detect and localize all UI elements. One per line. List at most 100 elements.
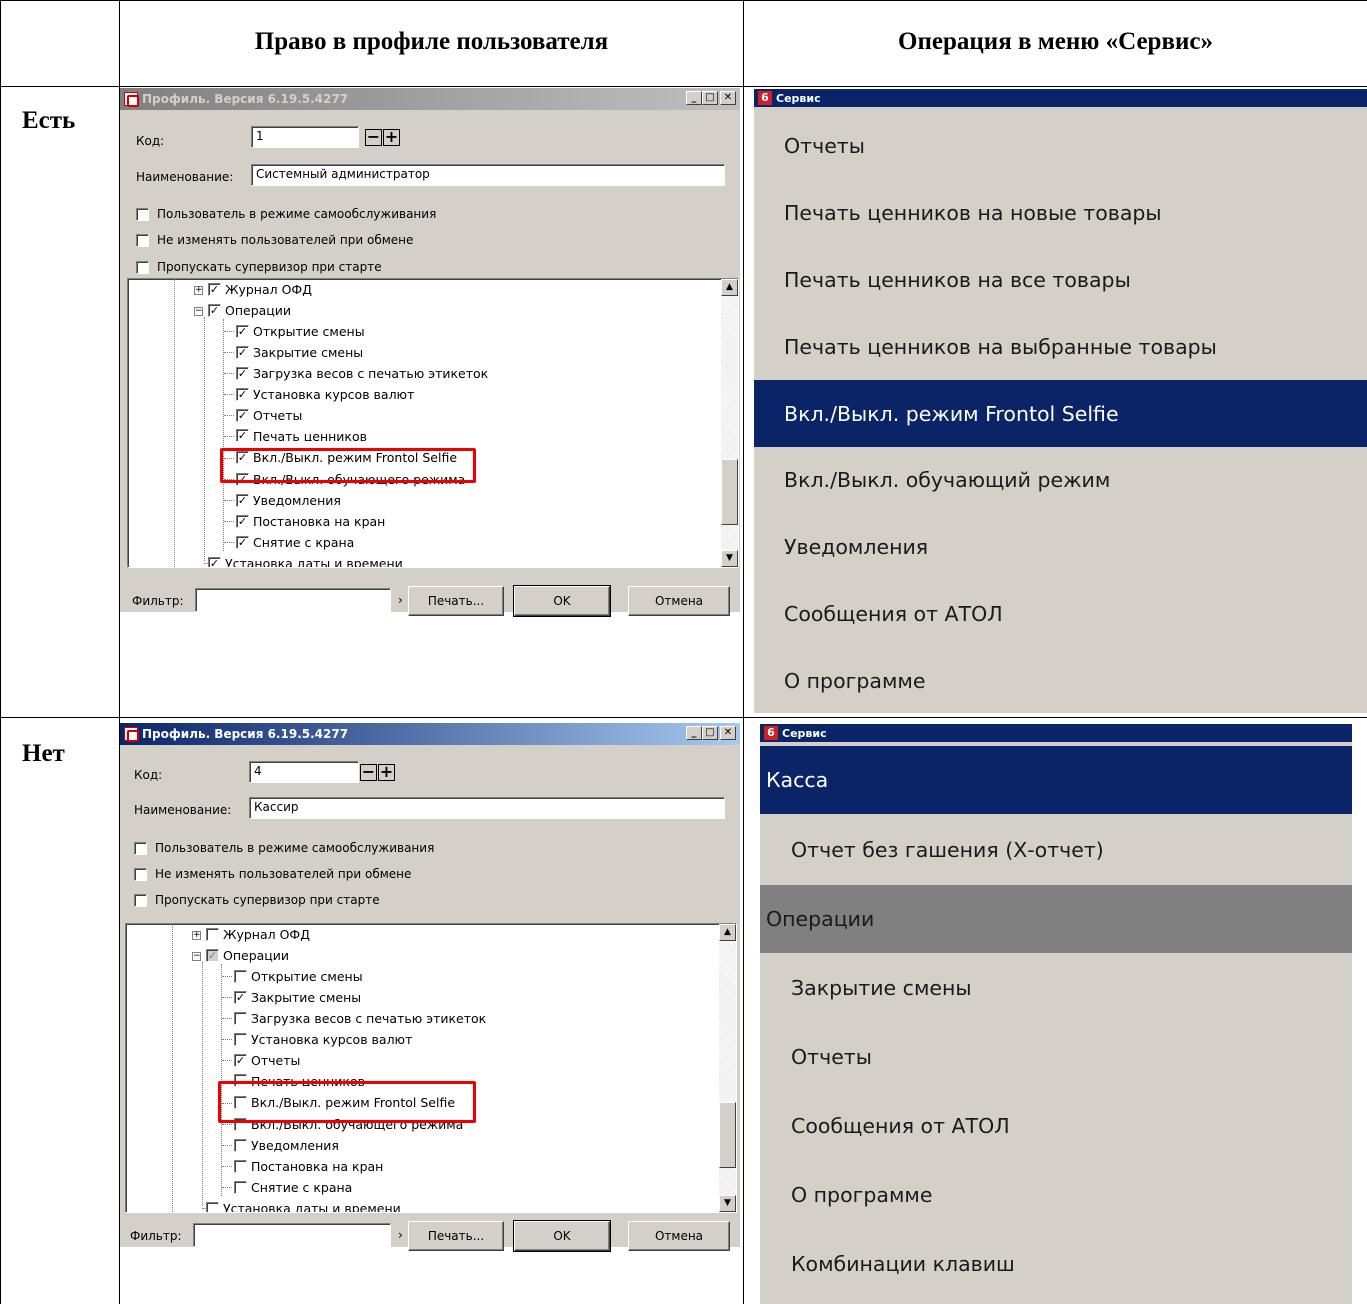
tree-item[interactable]: Постановка на кран [234, 1159, 383, 1174]
self-service-checkbox-row[interactable]: Пользователь в режиме самообслуживания [134, 841, 434, 855]
menu-item[interactable]: Отчет без гашения (Х-отчет) [760, 816, 1352, 884]
tree-item[interactable]: ✓ Загрузка весов с печатью этикеток [236, 366, 488, 381]
checkbox[interactable] [234, 1139, 247, 1152]
scroll-up-icon[interactable]: ▲ [719, 924, 736, 941]
menu-item[interactable]: Сообщения от АТОЛ [760, 1092, 1352, 1160]
checkbox[interactable]: ✓ [236, 346, 249, 359]
cancel-button[interactable]: Отмена [628, 1221, 730, 1251]
checkbox[interactable]: ✓ [236, 536, 249, 549]
tree-item[interactable]: ✓ Постановка на кран [236, 514, 385, 529]
scroll-down-icon[interactable]: ▼ [721, 550, 738, 567]
menu-item[interactable]: О программе [760, 1161, 1352, 1229]
checkbox[interactable] [136, 207, 149, 221]
menu-item[interactable]: Отчеты [760, 1023, 1352, 1091]
checkbox[interactable] [234, 1012, 247, 1025]
checkbox[interactable] [136, 260, 149, 274]
tree-item[interactable]: ✓ Журнал ОФД [208, 282, 312, 297]
close-icon[interactable]: ✕ [720, 726, 736, 740]
checkbox[interactable] [134, 893, 147, 907]
expand-icon[interactable]: + [192, 931, 201, 940]
maximize-icon[interactable]: □ [702, 91, 718, 105]
collapse-icon[interactable]: − [192, 952, 201, 961]
checkbox[interactable] [234, 1033, 247, 1046]
checkbox[interactable]: ✓ [234, 991, 247, 1004]
name-field[interactable]: Кассир [249, 797, 725, 819]
decrement-button[interactable]: − [365, 129, 382, 146]
checkbox[interactable] [206, 928, 219, 941]
ok-button[interactable]: OK [513, 585, 611, 617]
menu-item[interactable]: Печать ценников на новые товары [754, 180, 1367, 246]
menu-item[interactable]: Уведомления [754, 514, 1367, 580]
filter-arrow-icon[interactable]: › [398, 1228, 403, 1242]
checkbox[interactable]: ✓ [236, 367, 249, 380]
tree-item[interactable]: ✓ Операции [206, 948, 289, 963]
checkbox[interactable]: ✓ [236, 515, 249, 528]
close-icon[interactable]: ✕ [720, 91, 736, 105]
checkbox[interactable]: ✓ [236, 409, 249, 422]
skip-supervisor-checkbox-row[interactable]: Пропускать супервизор при старте [136, 260, 382, 274]
checkbox[interactable]: ✓ [206, 949, 219, 962]
cancel-button[interactable]: Отмена [628, 586, 730, 616]
tree-item[interactable]: Снятие с крана [234, 1180, 352, 1195]
scroll-up-icon[interactable]: ▲ [721, 279, 738, 296]
tree-item[interactable]: Журнал ОФД [206, 927, 310, 942]
scroll-thumb[interactable] [721, 459, 738, 525]
expand-icon[interactable]: + [194, 286, 203, 295]
checkbox[interactable]: ✓ [236, 494, 249, 507]
checkbox[interactable]: ✓ [208, 304, 221, 317]
menu-item[interactable]: Отчеты [754, 113, 1367, 179]
tree-item[interactable]: Загрузка весов с печатью этикеток [234, 1011, 486, 1026]
menu-item[interactable]: О программе [754, 648, 1367, 713]
checkbox[interactable] [134, 841, 147, 855]
tree-item[interactable]: ✓ Печать ценников [236, 429, 367, 441]
tree-item[interactable]: Установка курсов валют [234, 1032, 412, 1047]
menu-item[interactable]: Вкл./Выкл. обучающий режим [754, 447, 1367, 513]
keep-users-checkbox-row[interactable]: Не изменять пользователей при обмене [136, 233, 413, 247]
checkbox[interactable] [134, 867, 147, 881]
tree-item[interactable]: ✓ Установка курсов валют [236, 387, 414, 402]
menu-item[interactable]: Печать ценников на все товары [754, 246, 1367, 313]
scroll-thumb[interactable] [719, 1102, 736, 1168]
menu-item[interactable]: Комбинации клавиш [760, 1230, 1352, 1298]
menu-group-operations[interactable]: Операции [760, 885, 1352, 953]
menu-group-kassa[interactable]: Касса [760, 746, 1352, 814]
maximize-icon[interactable]: □ [702, 726, 718, 740]
tree-scrollbar[interactable]: ▲ ▼ [719, 924, 736, 1212]
checkbox[interactable] [206, 1202, 219, 1212]
tree-item[interactable]: ✓ Отчеты [236, 408, 302, 423]
increment-button[interactable]: + [383, 129, 400, 146]
tree-item[interactable]: ✓ Отчеты [234, 1053, 300, 1068]
menu-item[interactable]: Печать ценников на выбранные товары [754, 314, 1367, 380]
permissions-tree[interactable]: + Журнал ОФД − ✓ Операции Открытие смены … [125, 923, 737, 1213]
tree-item[interactable]: ✓ Уведомления [236, 493, 341, 508]
tree-item[interactable]: ✓ Установка даты и времени [208, 556, 403, 567]
checkbox[interactable]: ✓ [236, 388, 249, 401]
tree-scrollbar[interactable]: ▲ ▼ [721, 279, 738, 567]
permissions-tree[interactable]: + ✓ Журнал ОФД − ✓ Операции ✓ Открытие смен… [127, 278, 739, 568]
checkbox[interactable]: ✓ [236, 325, 249, 338]
print-button[interactable]: Печать... [408, 586, 504, 616]
checkbox[interactable]: ✓ [234, 1054, 247, 1067]
decrement-button[interactable]: − [360, 764, 377, 781]
filter-input[interactable] [195, 588, 391, 612]
tree-item[interactable]: ✓ Открытие смены [236, 324, 365, 339]
menu-item-frontol-selfie[interactable]: Вкл./Выкл. режим Frontol Selfie [754, 380, 1367, 447]
ok-button[interactable]: OK [513, 1220, 611, 1252]
code-field[interactable]: 1 [251, 126, 359, 148]
menu-item[interactable]: Закрытие смены [760, 954, 1352, 1022]
skip-supervisor-checkbox-row[interactable]: Пропускать супервизор при старте [134, 893, 380, 907]
tree-item[interactable]: ✓ Закрытие смены [234, 990, 361, 1005]
print-button[interactable]: Печать... [408, 1221, 504, 1251]
checkbox[interactable] [234, 1160, 247, 1173]
checkbox[interactable]: ✓ [236, 429, 249, 441]
tree-item[interactable]: ✓ Снятие с крана [236, 535, 354, 550]
minimize-icon[interactable]: _ [686, 91, 702, 105]
tree-item[interactable]: Открытие смены [234, 969, 363, 984]
collapse-icon[interactable]: − [194, 307, 203, 316]
tree-item[interactable]: Установка даты и времени [206, 1201, 401, 1212]
checkbox[interactable] [234, 1181, 247, 1194]
checkbox[interactable]: ✓ [208, 283, 221, 296]
code-field[interactable]: 4 [249, 761, 359, 783]
checkbox[interactable]: ✓ [208, 557, 221, 567]
scroll-down-icon[interactable]: ▼ [719, 1195, 736, 1212]
